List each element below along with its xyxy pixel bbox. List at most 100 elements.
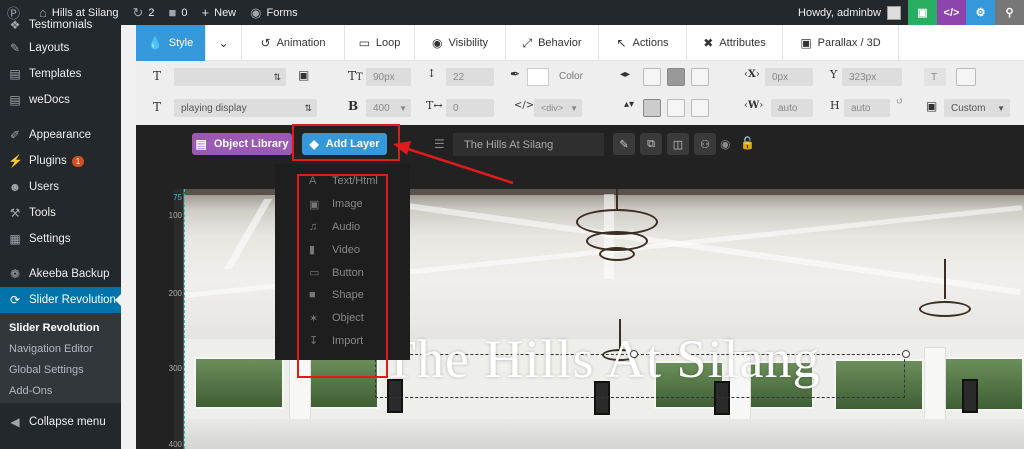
tools-icon: ✖	[703, 36, 714, 50]
tab-behavior[interactable]: ⤢ Behavior	[506, 25, 599, 61]
tab-parallax[interactable]: ▣ Parallax / 3D	[783, 25, 899, 61]
collapse-menu-button[interactable]: ◀ Collapse menu	[0, 409, 121, 435]
width-input[interactable]: auto	[771, 99, 813, 117]
updates-link[interactable]: ↻ 2	[126, 0, 162, 25]
align-center-button[interactable]	[667, 68, 685, 86]
sidebar-item-akeeba-backup[interactable]: ❁ Akeeba Backup	[0, 261, 121, 287]
tab-visibility[interactable]: ◉ Visibility	[415, 25, 506, 61]
code-tag-icon: </>	[514, 100, 535, 111]
submenu-add-ons[interactable]: Add-Ons	[0, 380, 121, 401]
visibility-eye-icon[interactable]: ◉	[720, 137, 730, 151]
duplicate-layer-button[interactable]: ⧉	[640, 133, 662, 155]
color-label: Color	[559, 71, 583, 82]
refresh-icon: ↻	[132, 4, 144, 20]
submenu-global-settings[interactable]: Global Settings	[0, 359, 121, 380]
ruler-label: 200	[168, 289, 182, 298]
testimonial-icon: ❖	[9, 18, 21, 32]
pencil-icon: ✎	[9, 41, 21, 55]
sidebar-item-testimonials[interactable]: ❖ Testimonials	[0, 15, 121, 35]
sidebar-item-plugins[interactable]: ⚡ Plugins 1	[0, 148, 121, 174]
line-height-input[interactable]: 22	[446, 68, 494, 86]
sidebar-item-layouts[interactable]: ✎ Layouts	[0, 35, 121, 61]
font-family-select[interactable]: playing display ⇅	[174, 99, 317, 117]
tab-attributes[interactable]: ✖ Attributes	[687, 25, 783, 61]
align-horizontal-icon: ◂▸	[620, 69, 631, 80]
add-layer-highlight	[292, 124, 400, 161]
settings-button[interactable]: ⚙	[966, 0, 995, 25]
edit-layer-button[interactable]: ✎	[613, 133, 635, 155]
align-bottom-button[interactable]	[691, 99, 709, 117]
comments-link[interactable]: ■ 0	[162, 0, 195, 25]
submenu-navigation-editor[interactable]: Navigation Editor	[0, 338, 121, 359]
sidebar-item-appearance[interactable]: ✐ Appearance	[0, 122, 121, 148]
chevron-down-icon: ▼	[570, 103, 578, 113]
sidebar-item-wedocs[interactable]: ▤ weDocs	[0, 87, 121, 113]
color-swatch[interactable]	[527, 68, 549, 86]
align-middle-button[interactable]	[667, 99, 685, 117]
size-mode-select[interactable]: Custom ▼	[944, 99, 1010, 117]
forms-link[interactable]: ◉ Forms	[243, 0, 305, 25]
font-weight-select[interactable]: 400 ▼	[366, 99, 411, 117]
x-arrows-icon: ‹X›	[744, 69, 760, 80]
doc-icon: ▤	[9, 93, 21, 107]
layer-name-input[interactable]: The Hills At Silang	[453, 133, 604, 156]
font-weight-icon: B	[348, 99, 359, 113]
wrench-icon: ⚒	[9, 206, 21, 220]
ruler-label: 400	[168, 440, 182, 449]
collapse-icon: ◀	[10, 415, 20, 429]
x-position-input[interactable]: 0px	[765, 68, 813, 86]
rotate-handle[interactable]	[630, 350, 638, 358]
code-icon: </>	[943, 6, 960, 19]
y-position-input[interactable]: 323px	[842, 68, 902, 86]
align-right-button[interactable]	[691, 68, 709, 86]
howdy-user[interactable]: Howdy, adminbw	[791, 0, 908, 25]
layer-types-highlight	[297, 174, 388, 378]
save-button[interactable]: ▣	[908, 0, 937, 25]
slider-revolution-submenu: Slider Revolution Navigation Editor Glob…	[0, 313, 121, 403]
resize-handle[interactable]	[902, 350, 910, 358]
paste-style-button[interactable]: ⚇	[694, 133, 716, 155]
text-transform-button[interactable]: T	[924, 68, 946, 86]
menu-icon[interactable]: ☰	[434, 137, 445, 151]
chevron-down-icon: ▼	[997, 103, 1005, 113]
html-tag-select[interactable]: <div> ▼	[534, 99, 582, 117]
lock-icon[interactable]: 🔓	[740, 136, 755, 150]
tab-style[interactable]: 💧 Style	[136, 25, 206, 61]
font-icon: T	[153, 69, 162, 83]
font-size-input[interactable]: 90px	[366, 68, 411, 86]
y-label: Y	[830, 68, 838, 81]
slide-title-layer[interactable]: The Hills At Silang	[383, 328, 821, 390]
select-arrows-icon: ⇅	[273, 71, 281, 82]
tab-loop[interactable]: ▭ Loop	[345, 25, 415, 61]
select-arrows-icon: ⇅	[304, 102, 312, 113]
style-toolbar: T ⇅ ▣ TT 90px ↕ 22 ✒ Color ◂▸ ‹X› 0px Y …	[136, 61, 1024, 125]
tab-animation[interactable]: ↺ Animation	[242, 25, 345, 61]
align-top-button[interactable]	[643, 99, 661, 117]
code-button[interactable]: </>	[937, 0, 966, 25]
admin-sidebar: ❖ Testimonials ✎ Layouts ▤ Templates ▤ weDoc…	[0, 18, 121, 449]
vertical-ruler	[174, 189, 184, 449]
submenu-slider-revolution[interactable]: Slider Revolution	[0, 317, 121, 338]
height-input[interactable]: auto	[844, 99, 890, 117]
sidebar-item-settings[interactable]: ▦ Settings	[0, 226, 121, 252]
object-library-button[interactable]: ▤ Object Library	[192, 133, 292, 155]
line-height-icon: ↕	[427, 67, 437, 80]
search-button[interactable]: ⚲	[995, 0, 1024, 25]
sidebar-item-templates[interactable]: ▤ Templates	[0, 61, 121, 87]
font-select[interactable]: ⇅	[174, 68, 286, 86]
sidebar-item-tools[interactable]: ⚒ Tools	[0, 200, 121, 226]
cover-button[interactable]	[956, 68, 976, 86]
delete-layer-button[interactable]: ◫	[667, 133, 689, 155]
tab-actions[interactable]: ↖ Actions	[599, 25, 687, 61]
tab-more[interactable]: ⌄	[206, 25, 242, 61]
new-content-link[interactable]: + New	[195, 0, 244, 25]
align-left-button[interactable]	[643, 68, 661, 86]
letter-spacing-input[interactable]: 0	[446, 99, 494, 117]
lock-ratio-icon[interactable]: ↺	[896, 97, 904, 107]
sidebar-item-slider-revolution[interactable]: ⟳ Slider Revolution	[0, 287, 121, 313]
sidebar-item-users[interactable]: ☻ Users	[0, 174, 121, 200]
slide-editor-canvas: 75 100 200 300 400 ▤ Object Library ◆ Add …	[136, 125, 1024, 449]
save-preset-icon[interactable]: ▣	[298, 68, 309, 82]
color-picker-icon: ✒	[510, 67, 521, 81]
chevron-down-icon: ⌄	[218, 36, 229, 50]
